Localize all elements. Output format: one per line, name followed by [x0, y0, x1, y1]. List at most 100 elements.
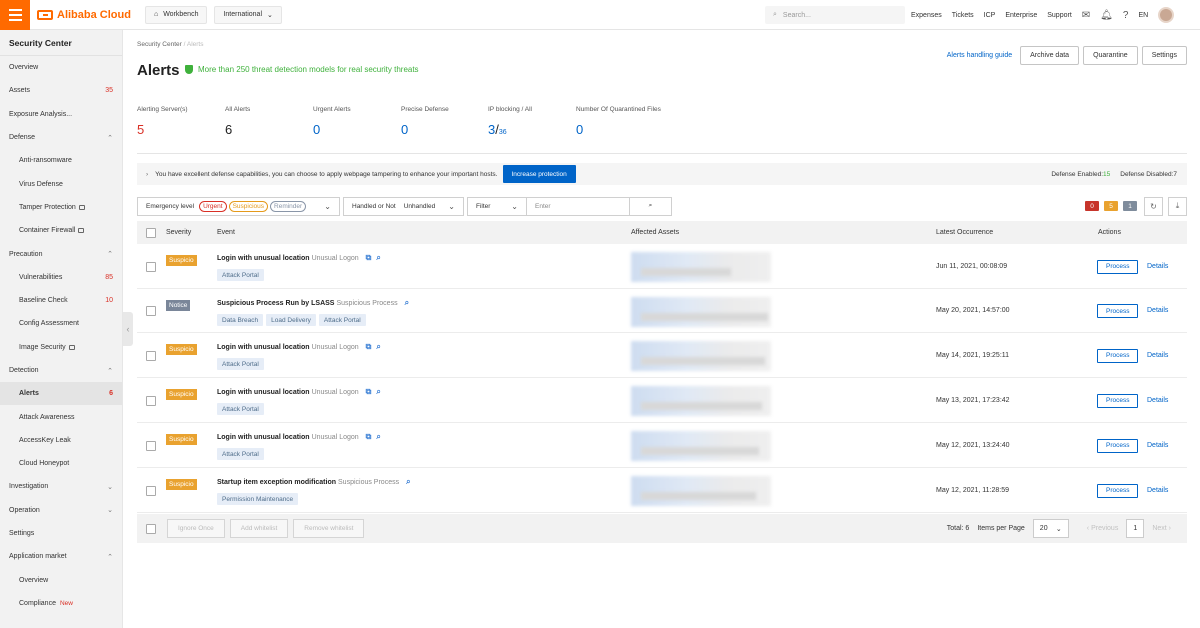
message-icon[interactable]: ✉: [1082, 10, 1090, 21]
details-link[interactable]: Details: [1147, 307, 1168, 314]
table-row[interactable]: Suspicio Login with unusual location Unusu…: [137, 378, 1187, 423]
language-switch[interactable]: EN: [1138, 12, 1148, 19]
row-checkbox[interactable]: [146, 350, 156, 361]
process-button[interactable]: Process: [1097, 259, 1139, 274]
investigate-icon[interactable]: ⌕: [376, 253, 380, 262]
handled-select[interactable]: Handled or Not Unhandled ⌄: [343, 196, 464, 216]
collapse-sidebar-icon[interactable]: ‹: [123, 312, 133, 346]
stat-number-of-quarantined-files[interactable]: Number Of Quarantined Files 0: [576, 106, 661, 137]
trend-chart-icon[interactable]: ⧉: [366, 432, 372, 441]
row-checkbox[interactable]: [146, 440, 156, 451]
sidebar-item-accesskey-leak[interactable]: AccessKey Leak: [0, 429, 122, 452]
select-all-checkbox[interactable]: [146, 227, 156, 238]
row-checkbox[interactable]: [146, 306, 156, 316]
event-title[interactable]: Login with unusual location Unusual Logon…: [217, 387, 381, 397]
investigate-icon[interactable]: ⌕: [376, 432, 380, 441]
table-row[interactable]: Suspicio Login with unusual location Unusu…: [137, 333, 1187, 378]
investigate-icon[interactable]: ⌕: [376, 342, 380, 351]
sidebar-item-operation[interactable]: Operation ⌄: [0, 499, 122, 522]
investigate-icon[interactable]: ⌕: [405, 298, 409, 307]
refresh-icon[interactable]: ↻: [1144, 196, 1163, 216]
event-title[interactable]: Login with unusual location Unusual Logon…: [217, 432, 381, 442]
sidebar-item-vulnerabilities[interactable]: Vulnerabilities 85: [0, 266, 122, 289]
trend-chart-icon[interactable]: ⧉: [366, 342, 372, 351]
bell-icon[interactable]: 🔔︎: [1100, 10, 1113, 21]
brand-logo[interactable]: Alibaba Cloud: [37, 9, 131, 21]
stat-ip-blocking-all[interactable]: IP blocking / All 3/36: [488, 106, 532, 137]
details-link[interactable]: Details: [1147, 263, 1168, 270]
details-link[interactable]: Details: [1147, 352, 1168, 359]
process-button[interactable]: Process: [1097, 348, 1139, 363]
nav-enterprise[interactable]: Enterprise: [1005, 12, 1037, 19]
sidebar-item-virus-defense[interactable]: Virus Defense: [0, 172, 122, 195]
row-checkbox[interactable]: [146, 261, 156, 272]
sidebar-item-precaution[interactable]: Precaution ⌃: [0, 242, 122, 265]
next-page-button[interactable]: Next ›: [1152, 525, 1171, 532]
table-row[interactable]: Suspicio Login with unusual location Unusu…: [137, 423, 1187, 468]
search-input[interactable]: ⌕ Search...: [765, 6, 905, 24]
help-icon[interactable]: ?: [1123, 10, 1129, 21]
sidebar-item-image-security[interactable]: Image Security: [0, 336, 122, 359]
avatar[interactable]: [1158, 7, 1175, 23]
investigate-icon[interactable]: ⌕: [376, 387, 380, 396]
row-checkbox[interactable]: [146, 395, 156, 406]
sidebar-item-attack-awareness[interactable]: Attack Awareness: [0, 405, 122, 428]
sidebar-item-alerts[interactable]: Alerts 6: [0, 382, 122, 406]
prev-page-button[interactable]: ‹ Previous: [1087, 525, 1119, 532]
details-link[interactable]: Details: [1147, 442, 1168, 449]
region-selector[interactable]: International ⌄: [214, 5, 282, 24]
sidebar-item-tamper-protection[interactable]: Tamper Protection: [0, 196, 122, 219]
nav-expenses[interactable]: Expenses: [911, 12, 942, 19]
emergency-level-select[interactable]: Emergency level Urgent Suspicious Reminder…: [137, 196, 340, 216]
event-title[interactable]: Login with unusual location Unusual Logon…: [217, 253, 381, 263]
table-row[interactable]: Suspicio Login with unusual location Unusu…: [137, 244, 1187, 289]
remove-whitelist-button[interactable]: Remove whitelist: [293, 519, 365, 538]
nav-tickets[interactable]: Tickets: [952, 12, 974, 19]
search-button[interactable]: ⌕: [630, 196, 672, 216]
process-button[interactable]: Process: [1097, 438, 1139, 453]
sidebar-item-cloud-honeypot[interactable]: Cloud Honeypot: [0, 452, 122, 475]
sidebar-item-application-market[interactable]: Application market ⌃: [0, 545, 122, 568]
sidebar-item-investigation[interactable]: Investigation ⌄: [0, 475, 122, 498]
sidebar-item-exposure-analysis[interactable]: Exposure Analysis...: [0, 103, 122, 126]
sidebar-item-config-assessment[interactable]: Config Assessment: [0, 312, 122, 335]
archive-data-button[interactable]: Archive data: [1020, 46, 1080, 65]
table-row[interactable]: Suspicio Startup item exception modificat…: [137, 468, 1187, 513]
download-icon[interactable]: ⤓: [1168, 196, 1187, 216]
table-row[interactable]: Notice Suspicious Process Run by LSASS Sus…: [137, 289, 1187, 333]
sidebar-item-compliance[interactable]: Compliance New: [0, 592, 122, 615]
details-link[interactable]: Details: [1147, 487, 1168, 494]
sidebar-item-container-firewall[interactable]: Container Firewall: [0, 219, 122, 242]
stat-urgent-alerts[interactable]: Urgent Alerts 0: [313, 106, 351, 137]
severity-count-badge[interactable]: 0: [1085, 201, 1099, 211]
nav-icp[interactable]: ICP: [984, 12, 996, 19]
level-suspicious[interactable]: Suspicious: [228, 200, 269, 212]
breadcrumb-root[interactable]: Security Center: [137, 41, 182, 48]
add-whitelist-button[interactable]: Add whitelist: [229, 519, 289, 538]
menu-icon[interactable]: [0, 0, 30, 30]
alerts-guide-link[interactable]: Alerts handling guide: [947, 52, 1012, 59]
level-reminder[interactable]: Reminder: [270, 200, 307, 212]
process-button[interactable]: Process: [1097, 483, 1139, 498]
trend-chart-icon[interactable]: ⧉: [366, 387, 372, 396]
sidebar-item-defense[interactable]: Defense ⌃: [0, 126, 122, 149]
event-title[interactable]: Login with unusual location Unusual Logon…: [217, 342, 381, 352]
sidebar-item-overview[interactable]: Overview: [0, 56, 122, 79]
process-button[interactable]: Process: [1097, 393, 1139, 408]
severity-count-badge[interactable]: 5: [1104, 201, 1118, 211]
page-number[interactable]: 1: [1126, 519, 1145, 538]
details-link[interactable]: Details: [1147, 397, 1168, 404]
sidebar-item-assets[interactable]: Assets 35: [0, 79, 122, 102]
process-button[interactable]: Process: [1097, 304, 1139, 318]
workbench-button[interactable]: ⌂ Workbench: [144, 5, 208, 24]
investigate-icon[interactable]: ⌕: [406, 477, 410, 486]
ignore-once-button[interactable]: Ignore Once: [167, 519, 225, 538]
event-title[interactable]: Suspicious Process Run by LSASS Suspiciou…: [217, 298, 409, 308]
chevron-right-icon[interactable]: ›: [146, 171, 148, 178]
stat-alerting-server-s[interactable]: Alerting Server(s) 5: [137, 106, 188, 137]
stat-all-alerts[interactable]: All Alerts 6: [225, 106, 250, 137]
stat-precise-defense[interactable]: Precise Defense 0: [401, 106, 449, 137]
sidebar-item-detection[interactable]: Detection ⌃: [0, 359, 122, 382]
sidebar-item-settings[interactable]: Settings: [0, 522, 122, 545]
event-title[interactable]: Startup item exception modification Suspi…: [217, 477, 411, 487]
